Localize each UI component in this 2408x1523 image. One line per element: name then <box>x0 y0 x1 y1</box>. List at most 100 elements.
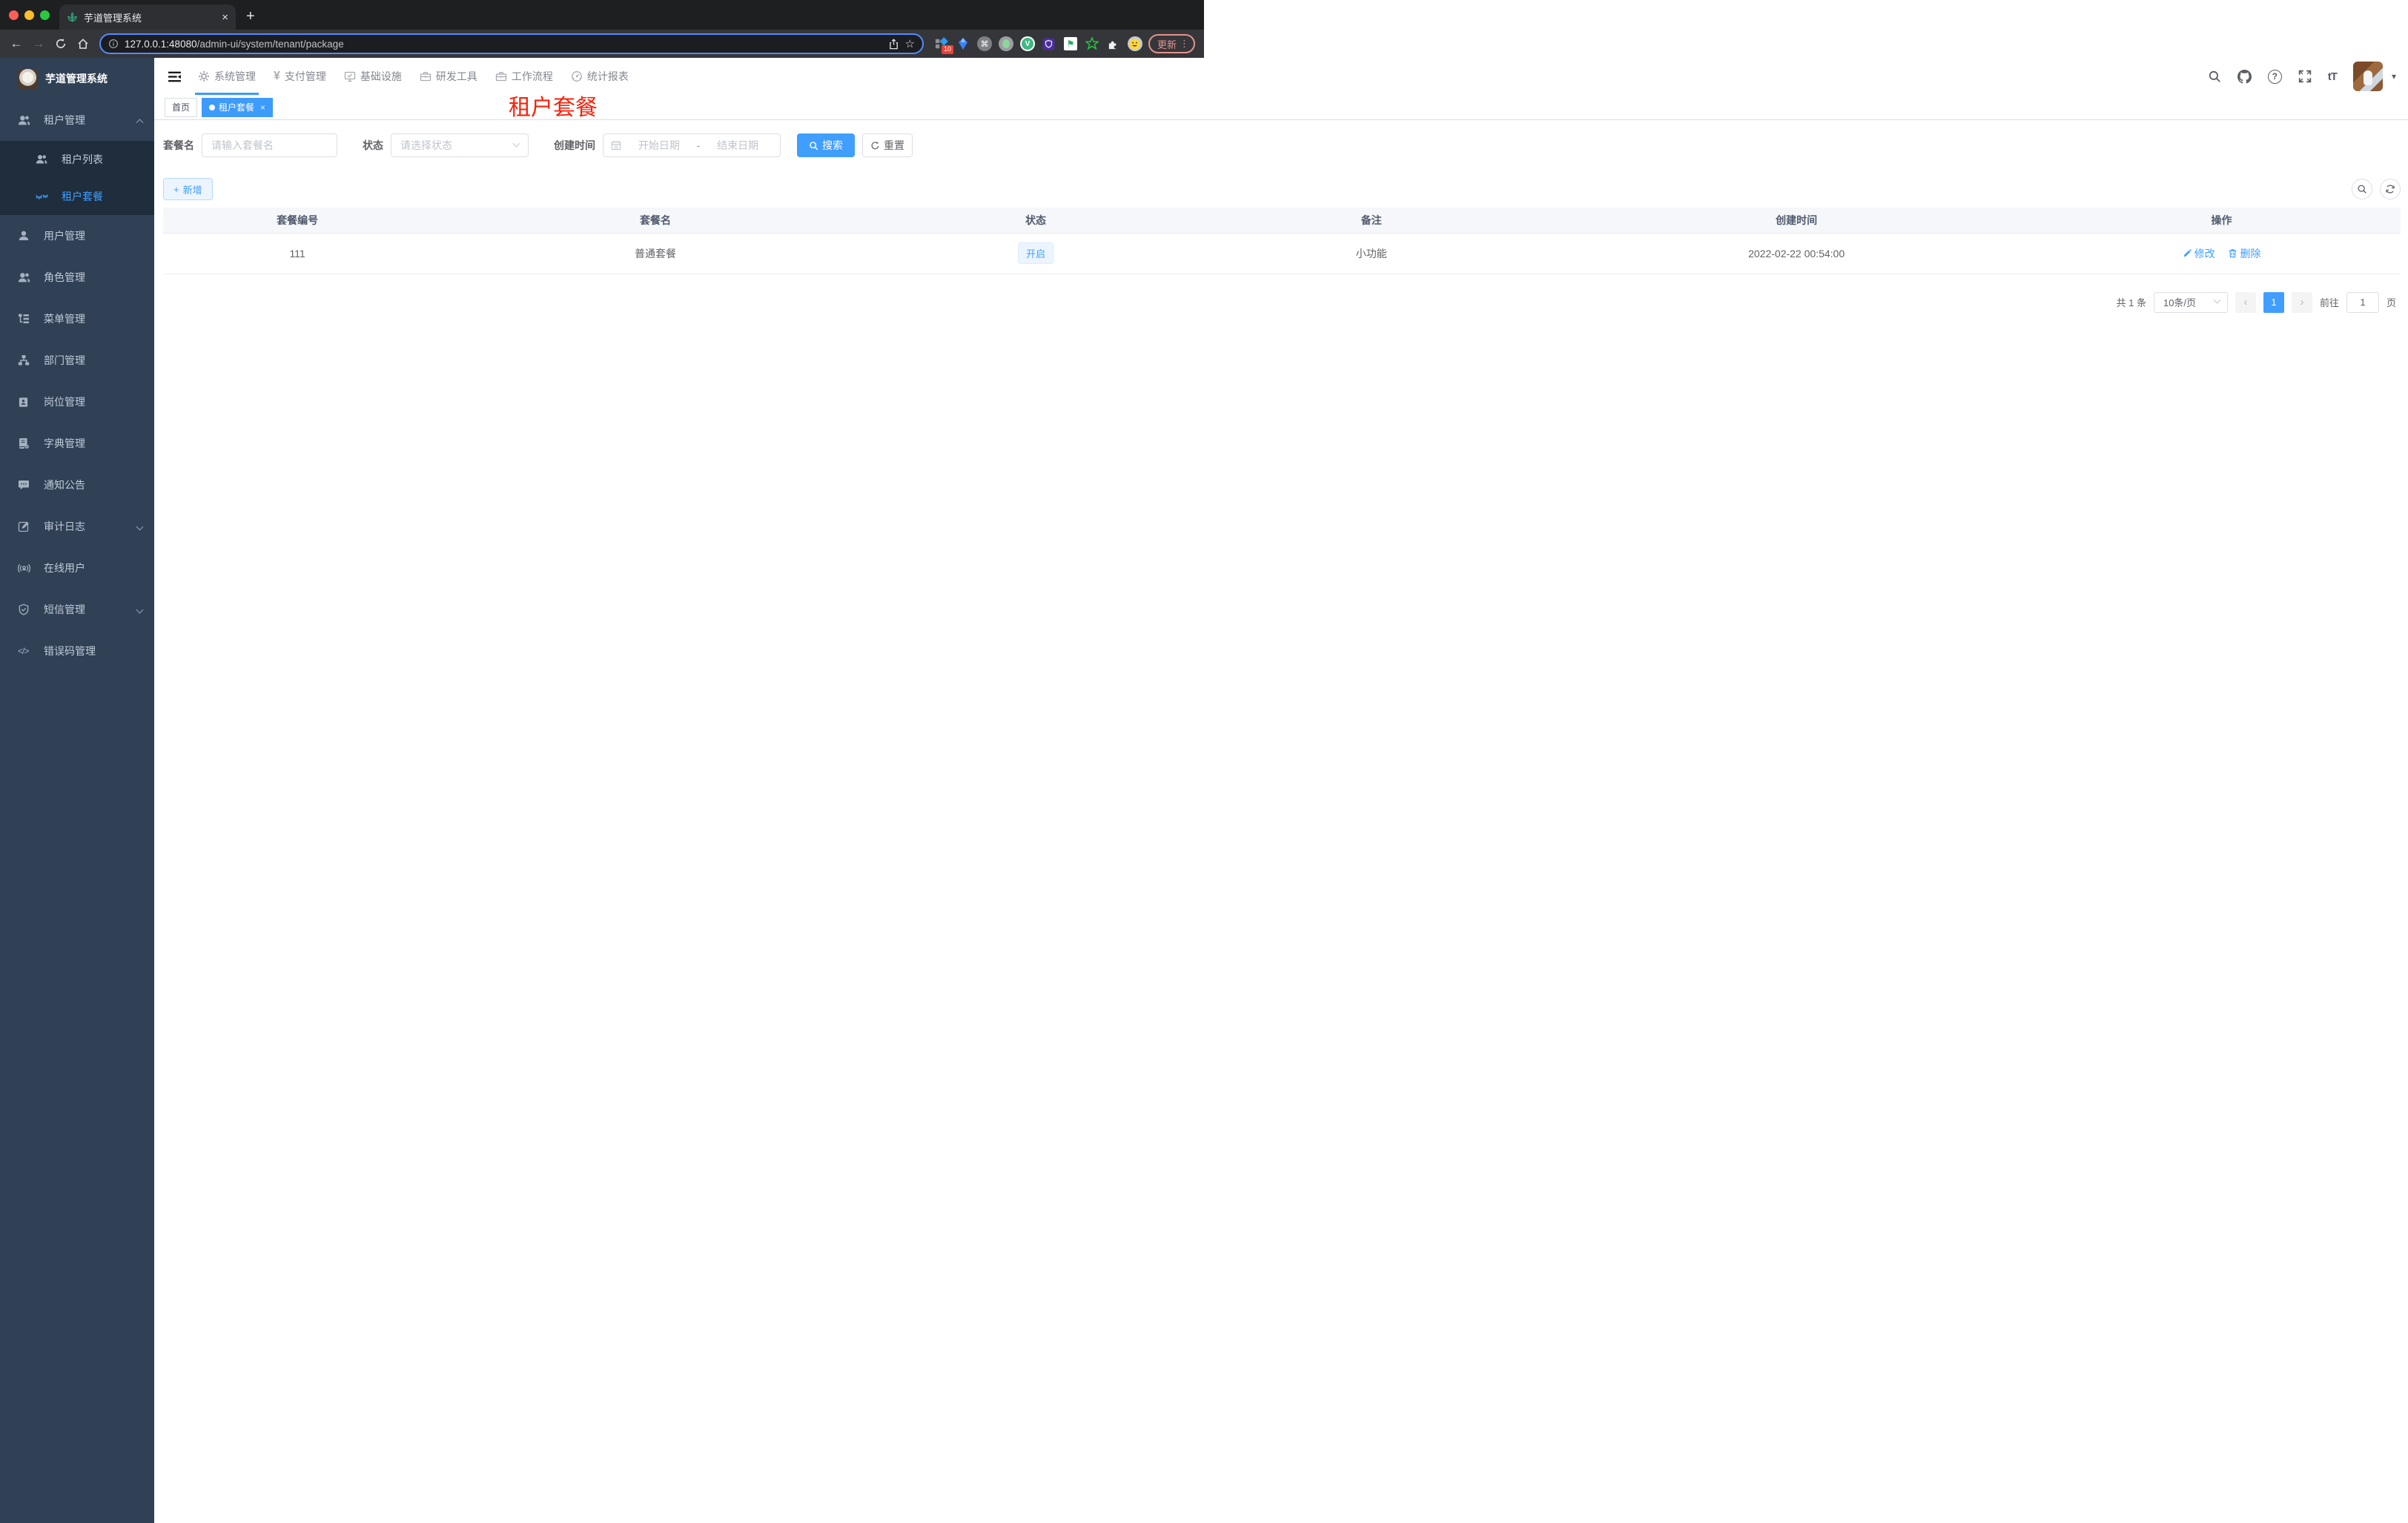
reload-button[interactable] <box>50 33 71 54</box>
extension-emoji-face-icon[interactable] <box>1127 36 1142 51</box>
cell-package-id: 111 <box>163 233 432 274</box>
chevron-down-icon <box>136 606 144 613</box>
sidebar-item-department-management[interactable]: 部门管理 <box>0 340 154 381</box>
github-icon[interactable] <box>2237 69 2252 84</box>
extension-purple-shield-icon[interactable] <box>1042 36 1056 51</box>
nav-tab-label: 基础设施 <box>360 70 402 82</box>
sidebar-item-dict-management[interactable]: 字典管理 <box>0 423 154 464</box>
browser-tab[interactable]: 芋道管理系统 × <box>59 4 236 30</box>
yen-icon: ¥ <box>274 70 280 82</box>
user-avatar[interactable] <box>2352 62 2383 91</box>
monitor-icon <box>344 70 356 82</box>
new-tab-button[interactable]: + <box>246 8 255 25</box>
extension-green-flag-icon[interactable]: ⚑ <box>1063 36 1078 51</box>
status-select[interactable]: 请选择状态 <box>391 133 529 157</box>
code-icon: </> <box>18 646 29 656</box>
package-name-input[interactable]: 请输入套餐名 <box>202 133 337 157</box>
sidebar-item-label: 用户管理 <box>44 230 85 242</box>
chrome-update-button[interactable]: 更新 ⋮ <box>1148 34 1195 53</box>
table-header-row: 套餐编号 套餐名 状态 备注 创建时间 操作 <box>163 208 2401 234</box>
extensions-puzzle-icon[interactable] <box>1106 36 1121 51</box>
sidebar-item-user-management[interactable]: 用户管理 <box>0 215 154 257</box>
browser-menu-icon[interactable]: ⋮ <box>1180 38 1189 50</box>
extension-vue-devtools-icon[interactable]: V <box>1019 36 1035 51</box>
tag-close-icon[interactable]: × <box>260 102 265 113</box>
current-page-button[interactable]: 1 <box>2263 291 2284 313</box>
nav-tab-infrastructure[interactable]: 基础设施 <box>335 58 411 95</box>
edit-row-button[interactable]: 修改 <box>2183 246 2215 261</box>
tag-home[interactable]: 首页 <box>165 97 198 117</box>
sidebar-collapse-icon[interactable] <box>160 70 189 84</box>
extension-sketch-icon[interactable] <box>956 36 970 51</box>
reset-button[interactable]: 重置 <box>862 133 913 157</box>
search-button[interactable]: 搜索 <box>797 133 855 157</box>
page-size-select[interactable]: 10条/页 <box>2153 291 2228 313</box>
sidebar-item-audit-log[interactable]: 审计日志 <box>0 506 154 547</box>
delete-row-button[interactable]: 删除 <box>2228 246 2260 261</box>
extension-tampermonkey-icon[interactable]: 10 <box>934 36 953 54</box>
tag-label: 首页 <box>172 102 191 113</box>
site-info-icon[interactable] <box>108 39 119 49</box>
extension-command-icon[interactable]: ⌘ <box>976 36 992 51</box>
sidebar-item-sms-management[interactable]: 短信管理 <box>0 589 154 630</box>
home-button[interactable] <box>73 33 93 54</box>
url-text[interactable]: 127.0.0.1:48080/admin-ui/system/tenant/p… <box>125 39 882 50</box>
help-icon[interactable]: ? <box>2267 69 2282 84</box>
extension-gray-green-dot-icon[interactable] <box>998 36 1013 51</box>
nav-tab-dev-tools[interactable]: 研发工具 <box>411 58 486 95</box>
back-button[interactable]: ← <box>6 33 27 54</box>
sidebar-item-role-management[interactable]: 角色管理 <box>0 257 154 298</box>
bookmark-star-icon[interactable]: ☆ <box>905 37 915 50</box>
prev-page-button[interactable]: ‹ <box>2235 291 2256 313</box>
sidebar-item-tenant-management[interactable]: 租户管理 <box>0 99 154 141</box>
tag-tenant-package[interactable]: 租户套餐 × <box>202 97 274 117</box>
sidebar-item-error-code-management[interactable]: </> 错误码管理 <box>0 630 154 672</box>
font-size-icon[interactable]: tT <box>2328 70 2338 83</box>
column-header-status: 状态 <box>879 208 1193 234</box>
address-bar[interactable]: 127.0.0.1:48080/admin-ui/system/tenant/p… <box>99 33 924 54</box>
sidebar-item-online-users[interactable]: 在线用户 <box>0 547 154 589</box>
package-name-label: 套餐名 <box>163 139 194 151</box>
page-title-overlay: 租户套餐 <box>509 96 598 120</box>
sidebar-logo-row[interactable]: 芋道管理系统 <box>0 58 154 99</box>
select-placeholder: 请选择状态 <box>400 139 452 151</box>
share-icon[interactable] <box>888 38 899 50</box>
date-range-picker[interactable]: 开始日期 - 结束日期 <box>603 133 781 157</box>
page-unit-label: 页 <box>2386 297 2396 308</box>
filter-form: 套餐名 请输入套餐名 状态 请选择状态 创建时间 开始日期 - 结束日期 搜索 … <box>163 133 2401 157</box>
nav-tab-statistics-report[interactable]: 统计报表 <box>562 58 638 95</box>
sidebar-item-menu-management[interactable]: 菜单管理 <box>0 298 154 340</box>
goto-page-input[interactable]: 1 <box>2346 291 2379 313</box>
sidebar-submenu-tenant: 租户列表 租户套餐 <box>0 141 154 215</box>
refresh-table-button[interactable] <box>2380 179 2401 199</box>
sidebar-item-tenant-list[interactable]: 租户列表 <box>0 141 154 178</box>
sidebar-item-tenant-package[interactable]: 租户套餐 <box>0 178 154 215</box>
header-search-icon[interactable] <box>2208 70 2221 83</box>
window-close-button[interactable] <box>9 10 19 20</box>
forward-button[interactable]: → <box>28 33 49 54</box>
nav-tab-payment-management[interactable]: ¥ 支付管理 <box>265 58 335 95</box>
sidebar-item-notice-announcement[interactable]: 通知公告 <box>0 464 154 506</box>
extension-octotree-star-icon[interactable] <box>1085 36 1099 51</box>
sidebar-item-label: 错误码管理 <box>44 645 96 657</box>
gear-icon <box>198 70 210 82</box>
tree-list-icon <box>18 313 30 325</box>
fullscreen-icon[interactable] <box>2298 70 2312 83</box>
add-button[interactable]: + 新增 <box>163 178 213 200</box>
add-button-label: 新增 <box>182 184 202 196</box>
status-badge[interactable]: 开启 <box>1018 242 1054 264</box>
next-page-button[interactable]: › <box>2291 291 2312 313</box>
table-row[interactable]: 111 普通套餐 开启 小功能 2022-02-22 00:54:00 修改 删… <box>163 233 2401 274</box>
window-zoom-button[interactable] <box>40 10 50 20</box>
main-area: 租户套餐 系统管理 ¥ 支付管理 基础设施 研发工具 工作流程 统计报表 ? t… <box>154 58 2408 1523</box>
avatar-caret-down-icon[interactable]: ▾ <box>2392 71 2396 82</box>
nav-tab-workflow[interactable]: 工作流程 <box>486 58 562 95</box>
table-tools <box>2352 179 2401 199</box>
tab-close-icon[interactable]: × <box>222 12 228 23</box>
sidebar-item-post-management[interactable]: 岗位管理 <box>0 381 154 423</box>
show-search-toggle-button[interactable] <box>2352 179 2372 199</box>
cell-package-name: 普通套餐 <box>431 233 879 274</box>
window-minimize-button[interactable] <box>24 10 34 20</box>
nav-tab-system-management[interactable]: 系统管理 <box>189 58 265 95</box>
delete-label: 删除 <box>2240 247 2261 260</box>
